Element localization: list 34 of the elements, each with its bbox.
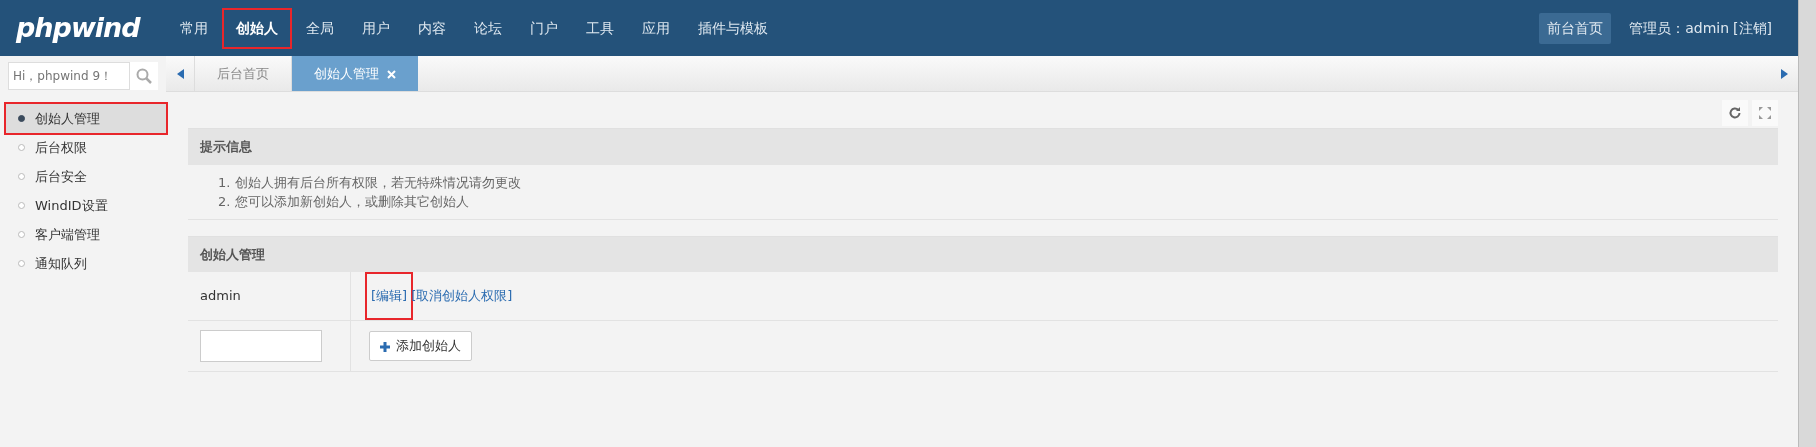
- sidebar-item[interactable]: 客户端管理: [6, 220, 166, 249]
- sidebar-item[interactable]: WindID设置: [6, 191, 166, 220]
- fullscreen-icon[interactable]: [1752, 100, 1778, 126]
- logo: phpwind: [16, 10, 140, 45]
- nav-item[interactable]: 全局: [293, 9, 346, 47]
- nav-item[interactable]: 用户: [349, 9, 402, 47]
- add-button[interactable]: 添加创始人: [369, 331, 472, 361]
- sidebar-item[interactable]: 通知队列: [6, 249, 166, 278]
- nav-item[interactable]: 内容: [405, 9, 458, 47]
- sidebar-item[interactable]: 创始人管理: [6, 104, 166, 133]
- section-header: 提示信息: [188, 128, 1778, 165]
- plus-icon: [380, 341, 390, 352]
- nav-item[interactable]: 论坛: [461, 9, 514, 47]
- nav-item[interactable]: 插件与模板: [685, 9, 780, 47]
- tip-text: 2. 您可以添加新创始人，或删除其它创始人: [217, 192, 470, 211]
- search-icon[interactable]: [136, 68, 152, 84]
- section-header: 创始人管理: [188, 235, 1778, 272]
- front-page-link[interactable]: 前台首页: [1539, 12, 1612, 44]
- nav-item[interactable]: 常用: [167, 9, 220, 47]
- admin-label: 管理员：admin: [1629, 18, 1730, 38]
- sidebar-item[interactable]: 后台安全: [6, 162, 166, 191]
- action-link[interactable]: [取消创始人权限]: [411, 286, 513, 306]
- sidebar-item[interactable]: 后台权限: [6, 133, 166, 162]
- tip-text: 1. 创始人拥有后台所有权限，若无特殊情况请勿更改: [217, 173, 522, 192]
- action-link[interactable]: [编辑]: [367, 274, 412, 318]
- nav-item[interactable]: 门户: [517, 9, 570, 47]
- refresh-icon[interactable]: [1722, 100, 1748, 126]
- nav-item[interactable]: 工具: [573, 9, 626, 47]
- logout-link[interactable]: [注销]: [1733, 17, 1772, 39]
- search-field[interactable]: Hi，phpwind 9！: [8, 62, 130, 90]
- input-field[interactable]: [200, 330, 322, 362]
- nav-item[interactable]: 创始人: [223, 9, 290, 47]
- founder-name: admin: [200, 287, 241, 306]
- nav-item[interactable]: 应用: [629, 9, 682, 47]
